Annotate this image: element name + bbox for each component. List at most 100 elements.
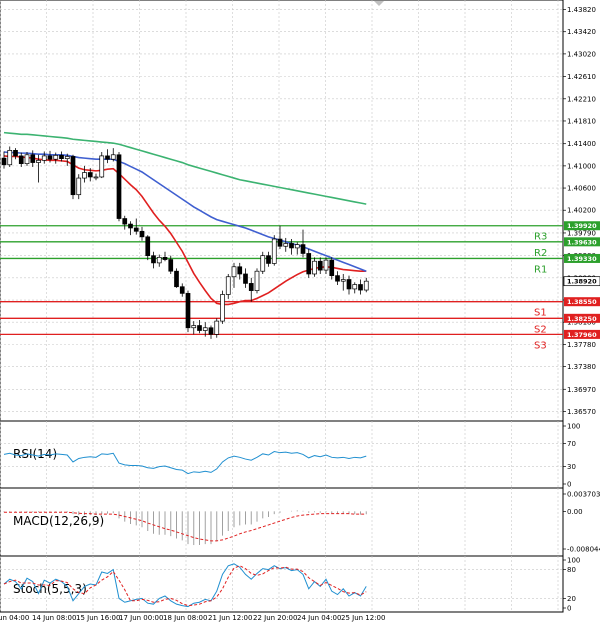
time-axis: Jun 04:0014 Jun 08:0015 Jun 16:0017 Jun … <box>0 614 385 622</box>
candle-body-bear <box>151 255 156 264</box>
candle-body-bull <box>294 244 300 249</box>
price-tick-label: 1.40600 <box>567 185 596 193</box>
candle-body-bull <box>53 154 59 160</box>
indicator-tick-label: 70 <box>567 440 576 448</box>
current-price-label: 1.38920 <box>567 278 597 286</box>
candle-body-bull <box>352 284 358 290</box>
candle-body-bear <box>243 273 248 284</box>
candle-body-bull <box>363 280 369 291</box>
price-tick-label: 1.41400 <box>567 140 596 148</box>
pivot-label-r1: R1 <box>534 264 547 275</box>
candle <box>254 268 260 294</box>
candle-body-bull <box>24 154 30 165</box>
indicator-tick-label: 0.00 <box>567 508 583 516</box>
pivot-badge-label: 1.37960 <box>567 331 597 339</box>
pivot-label-r2: R2 <box>534 248 547 259</box>
candle-body-bear <box>59 154 64 160</box>
indicator-tick-label: 0.003703 <box>567 491 600 499</box>
pivot-badge-label: 1.38550 <box>567 298 597 306</box>
candle <box>220 290 225 324</box>
time-tick-label: 17 Jun 00:00 <box>119 614 163 622</box>
rsi-pane: 100 70 30 0 RSI(14) <box>0 420 580 489</box>
candle-body-bull <box>110 154 116 160</box>
candle-body-bear <box>197 325 202 331</box>
candle-body-bear <box>300 244 306 254</box>
candle-body-bull <box>7 150 13 166</box>
stoch-pane: 10080200Stoch(5,5,3) <box>0 555 580 613</box>
indicator-tick-label: 100 <box>567 557 580 565</box>
candle-body-bull <box>312 260 317 275</box>
pivot-label-r3: R3 <box>534 232 547 243</box>
candle-body-bear <box>335 275 340 282</box>
candle-body-bear <box>179 286 185 294</box>
candle-body-bear <box>306 253 312 275</box>
candle-body-bear <box>208 327 214 335</box>
time-tick-label: 15 Jun 16:00 <box>76 614 120 622</box>
candle-body-bear <box>128 223 133 229</box>
candle-body-bear <box>168 259 174 272</box>
candle-body-bear <box>105 155 110 160</box>
indicator-tick-label: 20 <box>567 595 576 603</box>
indicator-label: MACD(12,26,9) <box>13 514 104 528</box>
candle <box>271 235 277 266</box>
time-tick-label: Jun 04:00 <box>0 614 29 622</box>
price-tick-label: 1.41810 <box>567 117 596 125</box>
candle-body-bear <box>87 172 93 178</box>
candle-body-bull <box>260 255 266 272</box>
price-tick-label: 1.43820 <box>567 6 596 14</box>
indicator-tick-label: 80 <box>567 566 576 574</box>
candle-body-bull <box>64 156 70 160</box>
candle-body-bull <box>82 172 87 179</box>
candle-body-bull <box>220 294 225 322</box>
candle-body-bear <box>145 236 151 257</box>
price-tick-label: 1.36970 <box>567 386 596 394</box>
pivot-label-s3: S3 <box>534 340 547 351</box>
pivot-label-s1: S1 <box>534 308 547 319</box>
price-tick-label: 1.39790 <box>567 229 596 237</box>
candle-body-bear <box>116 154 122 219</box>
indicator-tick-label: 30 <box>567 463 576 471</box>
price-tick-label: 1.40200 <box>567 207 596 215</box>
candle-body-bull <box>156 256 162 264</box>
candle-body-bear <box>30 154 36 163</box>
candle-body-bear <box>358 284 363 291</box>
pivot-badge-label: 1.39920 <box>567 222 597 230</box>
candle-body-bull <box>36 159 41 163</box>
candle-body-bull <box>76 177 82 196</box>
candle-body-bull <box>202 327 208 331</box>
candle-body-bull <box>41 155 47 161</box>
candle-body-bear <box>13 150 18 157</box>
indicator-label: RSI(14) <box>13 447 57 461</box>
candle-body-bull <box>283 243 289 247</box>
pivot-badge-label: 1.39330 <box>567 255 597 263</box>
candle-body-bear <box>329 259 335 276</box>
macd-pane: 0.003703 0.00 -0.008044 MACD(12,26,9) <box>0 487 600 557</box>
indicator-tick-label: 0 <box>567 605 571 613</box>
candle-body-bear <box>289 243 294 249</box>
candle <box>185 290 191 333</box>
candle-body-bull <box>99 155 105 178</box>
forex-chart: 1.43820 1.43420 1.43020 1.42610 1.42210 1.418… <box>0 0 600 622</box>
price-tick-label: 1.41000 <box>567 162 596 170</box>
candle-body-bull <box>271 238 277 264</box>
candle-body-bear <box>248 283 254 291</box>
candle-body-bull <box>340 279 346 282</box>
candle-body-bear <box>1 157 7 166</box>
time-tick-label: 24 Jun 04:00 <box>297 614 341 622</box>
price-tick-label: 1.42210 <box>567 95 596 103</box>
candle <box>99 152 105 179</box>
candle-body-bear <box>317 260 323 271</box>
time-tick-label: 22 Jun 20:00 <box>253 614 297 622</box>
price-tick-label: 1.42610 <box>567 73 596 81</box>
pivot-label-s2: S2 <box>534 324 547 335</box>
candle-body-bull <box>191 325 197 329</box>
pivot-badge-label: 1.38250 <box>567 315 597 323</box>
candle-body-bull <box>254 270 260 291</box>
candle-body-bear <box>139 230 145 238</box>
candle <box>70 154 76 200</box>
candle-body-bear <box>162 256 168 260</box>
pivot-badge-label: 1.39630 <box>567 238 597 246</box>
time-tick-label: 18 Jun 08:00 <box>163 614 207 622</box>
indicator-tick-label: 0 <box>567 481 571 489</box>
candle-body-bear <box>277 238 283 247</box>
